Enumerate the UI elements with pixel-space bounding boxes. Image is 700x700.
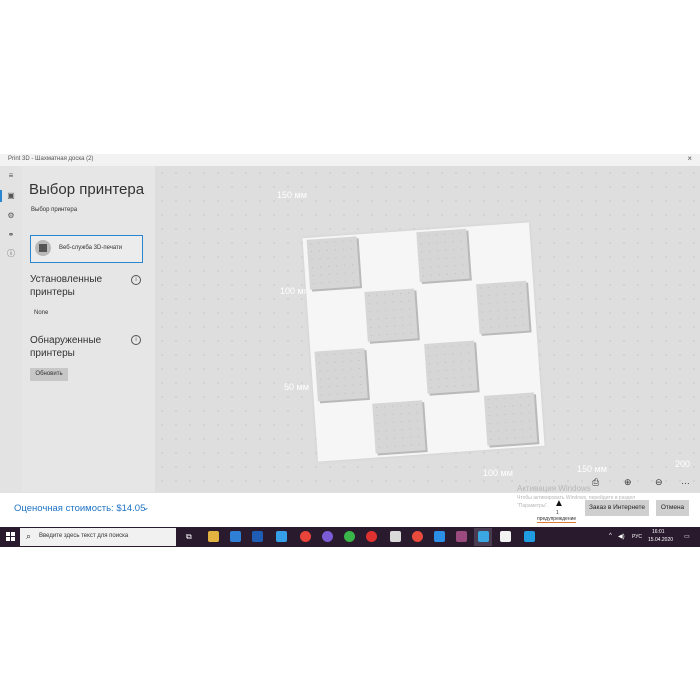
- zoom-out-icon[interactable]: ⊖: [655, 477, 663, 488]
- more-icon[interactable]: …: [681, 476, 690, 486]
- hamburger-icon[interactable]: ≡: [4, 170, 18, 182]
- build-canvas[interactable]: 150 мм 100 мм 50 мм 100 мм 150 мм 200 ⎙ …: [155, 166, 700, 492]
- task-view-icon[interactable]: ⧉: [186, 532, 192, 542]
- clock-time[interactable]: 16:01: [652, 529, 665, 535]
- taskbar: ⌕ Введите здесь текст для поиска ⧉ ^ ◀) …: [0, 527, 700, 547]
- dim-label-top: 150 мм: [277, 190, 307, 200]
- installed-info-icon[interactable]: i: [131, 275, 141, 285]
- close-icon[interactable]: ×: [687, 154, 692, 163]
- bottom-bar: Оценочная стоимость: $14.05 ⌄ Активация …: [0, 484, 700, 527]
- board-tile: [424, 340, 478, 394]
- opera-icon[interactable]: [412, 531, 423, 542]
- file-explorer-icon[interactable]: [208, 531, 219, 542]
- panel-heading: Выбор принтера: [29, 181, 145, 198]
- winrar-icon[interactable]: [456, 531, 467, 542]
- yandex-browser-icon[interactable]: [366, 531, 377, 542]
- windows-start-icon[interactable]: [6, 532, 16, 542]
- nav-rail: ≡ ▣ ⚙ ⚭ ⓘ: [0, 166, 22, 492]
- ccleaner-icon[interactable]: [434, 531, 445, 542]
- whatsapp-icon[interactable]: [344, 531, 355, 542]
- settings-icon[interactable]: ⚙: [4, 210, 18, 222]
- mail-icon[interactable]: [230, 531, 241, 542]
- web-service-button[interactable]: Веб-служба 3D-печати: [30, 235, 143, 263]
- telegram-icon[interactable]: [276, 531, 287, 542]
- skype-icon[interactable]: [524, 531, 535, 542]
- language-indicator[interactable]: РУС: [632, 534, 642, 540]
- installed-printers-title: Установленные принтеры: [30, 274, 103, 298]
- info-icon[interactable]: ⓘ: [4, 248, 18, 260]
- dim-label-200: 200: [675, 459, 691, 469]
- discovered-info-icon[interactable]: i: [131, 335, 141, 345]
- board-tile: [364, 288, 418, 342]
- board-tile: [483, 392, 538, 446]
- dim-label-bottom-100: 100 мм: [483, 468, 513, 478]
- board-tile: [476, 280, 530, 335]
- warning-icon[interactable]: ▲: [554, 498, 564, 509]
- print3d-taskbar-icon[interactable]: [478, 531, 489, 542]
- dim-label-50: 50 мм: [284, 382, 309, 392]
- taskbar-search[interactable]: ⌕ Введите здесь текст для поиска: [20, 528, 176, 546]
- panel-subheading: Выбор принтера: [31, 207, 78, 213]
- board-tile: [314, 348, 368, 402]
- installed-printers-value: None: [34, 310, 49, 316]
- refresh-button[interactable]: Обновить: [30, 368, 68, 381]
- board-tile: [372, 400, 426, 454]
- notepad-icon[interactable]: [390, 531, 401, 542]
- web-service-icon: [35, 240, 51, 256]
- chrome-icon[interactable]: [300, 531, 311, 542]
- search-placeholder: Введите здесь текст для поиска: [39, 533, 129, 539]
- chevron-down-icon[interactable]: ⌄: [142, 502, 150, 513]
- viber-icon[interactable]: [322, 531, 333, 542]
- search-icon: ⌕: [26, 531, 32, 541]
- volume-icon[interactable]: ◀): [618, 533, 625, 540]
- window-title: Print 3D - Шахматная доска (2): [8, 156, 94, 162]
- order-online-button[interactable]: Заказ в Интернете: [585, 500, 649, 516]
- print-preview-icon[interactable]: ⎙: [592, 477, 599, 488]
- estimated-cost[interactable]: Оценочная стоимость: $14.05: [14, 503, 145, 514]
- activation-watermark-title: Активация Windows: [517, 484, 591, 493]
- dim-label-bottom-150: 150 мм: [577, 464, 607, 474]
- notification-icon[interactable]: ▭: [684, 533, 690, 540]
- board-tile: [306, 236, 360, 290]
- chessboard-model[interactable]: [302, 222, 545, 462]
- cancel-button[interactable]: Отмена: [656, 500, 689, 516]
- discovered-printers-title: Обнаруженные принтеры: [30, 335, 102, 359]
- print3d-window: Print 3D - Шахматная доска (2) × ≡ ▣ ⚙ ⚭…: [0, 154, 700, 527]
- material-icon[interactable]: ⚭: [4, 229, 18, 241]
- activation-watermark-line2: "Параметры".: [517, 503, 549, 509]
- printer-icon[interactable]: ▣: [0, 190, 20, 202]
- web-service-label: Веб-служба 3D-печати: [59, 245, 123, 251]
- clock-date[interactable]: 15.04.2020: [648, 537, 673, 543]
- paint3d-icon[interactable]: [500, 531, 511, 542]
- warning-label[interactable]: предупреждение: [537, 516, 577, 523]
- word-icon[interactable]: [252, 531, 263, 542]
- zoom-in-icon[interactable]: ⊕: [624, 477, 632, 488]
- tray-up-icon[interactable]: ^: [609, 533, 612, 539]
- board-tile: [416, 228, 470, 283]
- printer-panel: Выбор принтера Выбор принтера Веб-служба…: [22, 166, 156, 492]
